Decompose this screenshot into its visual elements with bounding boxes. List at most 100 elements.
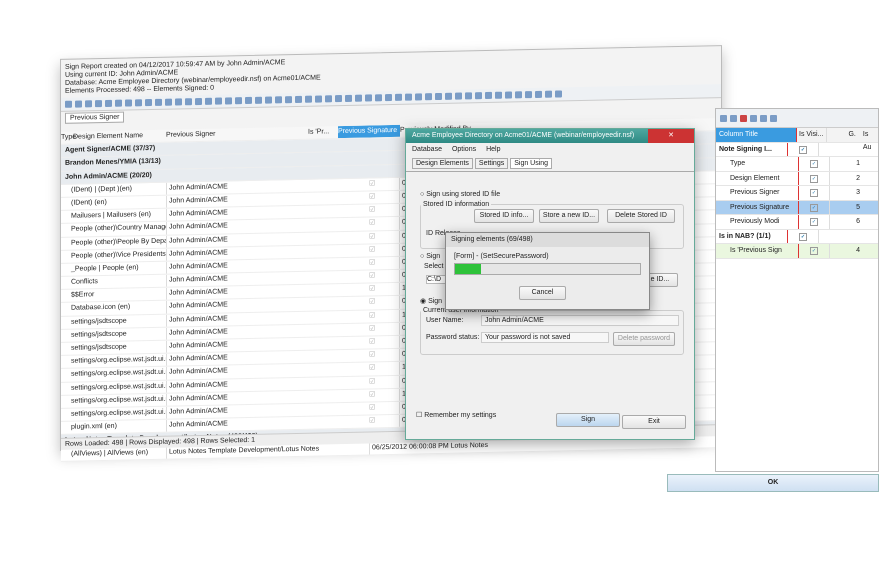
column-row[interactable]: Previous Signature ✓ 5 bbox=[716, 200, 878, 215]
toolbar-button[interactable] bbox=[555, 90, 562, 98]
toolbar-button[interactable] bbox=[235, 97, 242, 105]
column-row[interactable]: Previous Signer ✓ 3 bbox=[716, 186, 878, 201]
col-is-au[interactable]: Is Au bbox=[860, 128, 878, 151]
delete-password-button[interactable]: Delete password bbox=[613, 332, 675, 346]
toolbar-button[interactable] bbox=[455, 92, 462, 100]
filter-chip[interactable]: Previous Signer bbox=[65, 111, 125, 124]
radio-stored-id[interactable]: ○ Sign using stored ID file bbox=[420, 191, 500, 198]
toolbar-button[interactable] bbox=[535, 90, 542, 98]
exit-button[interactable]: Exit bbox=[622, 415, 686, 429]
col-name[interactable]: Design Element Name bbox=[73, 130, 166, 144]
delete-stored-id-button[interactable]: Delete Stored ID bbox=[607, 209, 675, 223]
column-header-row: Column Title Is Visi... G. Is Au bbox=[716, 128, 878, 151]
toolbar-button[interactable] bbox=[165, 98, 172, 106]
toolbar-button[interactable] bbox=[115, 99, 122, 107]
toolbar-button[interactable] bbox=[385, 93, 392, 102]
toolbar-button[interactable] bbox=[375, 94, 382, 102]
toolbar-button[interactable] bbox=[545, 90, 552, 98]
column-row[interactable]: Note Signing I... ✓ bbox=[716, 142, 878, 157]
visible-checkbox[interactable]: ✓ bbox=[810, 160, 818, 168]
visible-checkbox[interactable]: ✓ bbox=[810, 247, 818, 255]
tab-sign-using[interactable]: Sign Using bbox=[510, 158, 553, 169]
toolbar-button[interactable] bbox=[205, 97, 212, 105]
toolbar-button[interactable] bbox=[75, 100, 82, 108]
toolbar-button[interactable] bbox=[525, 91, 532, 99]
cancel-button[interactable]: Cancel bbox=[519, 286, 566, 300]
user-name-label: User Name: bbox=[426, 317, 464, 324]
tab-design-elements[interactable]: Design Elements bbox=[412, 158, 473, 169]
toolbar-button[interactable] bbox=[325, 95, 332, 103]
toolbar-button[interactable] bbox=[285, 96, 292, 104]
ok-button[interactable]: OK bbox=[667, 474, 879, 492]
col-g[interactable]: G. bbox=[825, 128, 860, 142]
sign-button[interactable]: Sign bbox=[556, 413, 620, 427]
visible-checkbox[interactable]: ✓ bbox=[810, 203, 818, 212]
toolbar-button[interactable] bbox=[475, 92, 482, 100]
toolbar-button[interactable] bbox=[355, 94, 362, 102]
toolbar-button[interactable] bbox=[335, 95, 342, 103]
toolbar-button[interactable] bbox=[95, 100, 102, 108]
column-row[interactable]: Is in NAB? (1/1) ✓ bbox=[716, 229, 878, 244]
column-row[interactable]: Previously Modi ✓ 6 bbox=[716, 215, 878, 230]
radio-sign-file[interactable]: ○ Sign bbox=[420, 253, 440, 260]
toolbar-button[interactable] bbox=[365, 94, 372, 102]
toolbar-button[interactable] bbox=[195, 97, 202, 106]
col-is-visible[interactable]: Is Visi... bbox=[797, 128, 826, 142]
toolbar-button[interactable] bbox=[485, 91, 492, 100]
toolbar-button[interactable] bbox=[245, 96, 252, 105]
toolbar-button[interactable] bbox=[65, 100, 72, 108]
toolbar-button[interactable] bbox=[155, 98, 162, 106]
toolbar-button[interactable] bbox=[315, 95, 322, 103]
toolbar-button[interactable] bbox=[495, 91, 502, 99]
col-previous-signature[interactable]: Previous Signature bbox=[338, 124, 400, 139]
toolbar-button[interactable] bbox=[135, 99, 142, 107]
menu-help[interactable]: Help bbox=[486, 146, 500, 153]
menu-database[interactable]: Database bbox=[412, 146, 442, 153]
toolbar-button[interactable] bbox=[395, 93, 402, 101]
visible-checkbox[interactable]: ✓ bbox=[810, 218, 818, 226]
toolbar-button[interactable] bbox=[175, 98, 182, 106]
menu-options[interactable]: Options bbox=[452, 146, 476, 153]
store-new-id-button[interactable]: Store a new ID... bbox=[539, 209, 599, 223]
visible-checkbox[interactable]: ✓ bbox=[799, 145, 807, 154]
col-type[interactable]: Type bbox=[61, 132, 76, 144]
visible-checkbox[interactable]: ✓ bbox=[810, 189, 818, 197]
signing-progress-dialog: Signing elements (69/498) [Form] - (SetS… bbox=[445, 232, 650, 310]
col-is-pr[interactable]: Is 'Pr... bbox=[308, 126, 338, 139]
toolbar-button[interactable] bbox=[445, 92, 452, 100]
toolbar-button[interactable] bbox=[145, 99, 152, 107]
password-status-label: Password status: bbox=[426, 334, 480, 341]
toolbar-button[interactable] bbox=[225, 97, 232, 105]
toolbar-button[interactable] bbox=[215, 97, 222, 105]
column-row[interactable]: Design Element ✓ 2 bbox=[716, 171, 878, 186]
col-column-title[interactable]: Column Title bbox=[716, 128, 797, 142]
visible-checkbox[interactable]: ✓ bbox=[810, 174, 818, 183]
toolbar-button[interactable] bbox=[105, 99, 112, 107]
radio-sign-current[interactable]: ◉ Sign bbox=[420, 297, 442, 305]
toolbar-button[interactable] bbox=[515, 91, 522, 99]
toolbar-button[interactable] bbox=[435, 92, 442, 101]
toolbar-button[interactable] bbox=[125, 99, 132, 107]
progress-bar bbox=[454, 263, 641, 275]
toolbar-button[interactable] bbox=[505, 91, 512, 99]
tab-settings[interactable]: Settings bbox=[474, 158, 509, 169]
toolbar-button[interactable] bbox=[415, 93, 422, 101]
close-button[interactable]: ✕ bbox=[648, 129, 694, 143]
column-row[interactable]: Is 'Previous Sign ✓ 4 bbox=[716, 244, 878, 259]
toolbar-button[interactable] bbox=[405, 93, 412, 101]
toolbar-button[interactable] bbox=[305, 95, 312, 103]
stored-id-info-button[interactable]: Stored ID info... bbox=[474, 209, 534, 223]
toolbar-button[interactable] bbox=[185, 98, 192, 106]
toolbar-button[interactable] bbox=[295, 95, 302, 104]
toolbar-button[interactable] bbox=[275, 96, 282, 104]
remember-settings-checkbox[interactable]: ☐ Remember my settings bbox=[416, 411, 496, 419]
toolbar-button[interactable] bbox=[85, 100, 92, 108]
toolbar-button[interactable] bbox=[255, 96, 262, 104]
menu-bar: Database Options Help bbox=[406, 143, 694, 156]
toolbar-button[interactable] bbox=[465, 92, 472, 100]
column-row[interactable]: Type ✓ 1 bbox=[716, 157, 878, 172]
toolbar-button[interactable] bbox=[425, 93, 432, 101]
toolbar-button[interactable] bbox=[345, 94, 352, 102]
toolbar-button[interactable] bbox=[265, 96, 272, 104]
visible-checkbox[interactable]: ✓ bbox=[799, 232, 807, 241]
